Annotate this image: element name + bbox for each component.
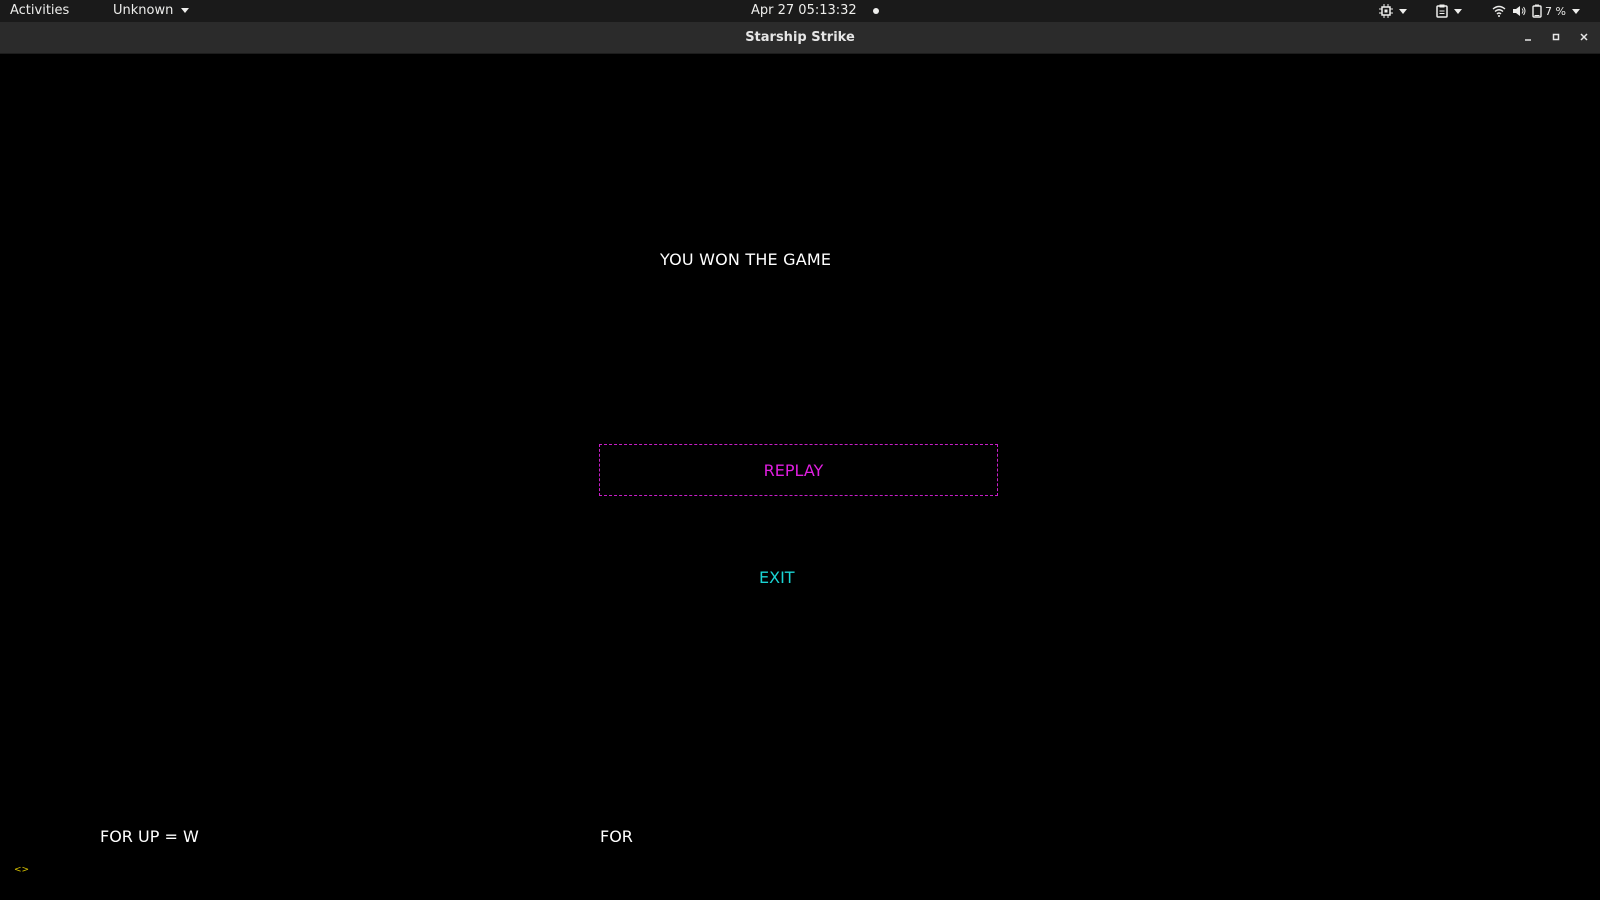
replay-button[interactable]: REPLAY (599, 444, 998, 496)
chevron-down-icon (180, 8, 189, 13)
close-icon (1580, 33, 1588, 41)
clock[interactable]: Apr 27 05:13:32 (751, 3, 879, 18)
chevron-down-icon (1571, 8, 1580, 14)
wifi-icon (1492, 5, 1506, 17)
notification-dot-icon (872, 7, 879, 14)
minimize-icon (1525, 39, 1531, 41)
system-top-bar: Activities Unknown Apr 27 05:13:32 7 % (0, 0, 1600, 22)
clipboard-indicator[interactable] (1436, 3, 1462, 19)
chevron-down-icon (1454, 8, 1462, 14)
clock-label: Apr 27 05:13:32 (751, 3, 857, 18)
controls-help-up: FOR UP = W (100, 827, 199, 846)
controls-help-partial: FOR (600, 827, 633, 846)
battery-percent: 7 % (1545, 4, 1566, 18)
maximize-icon (1552, 33, 1560, 41)
battery-icon (1532, 4, 1542, 18)
app-menu[interactable]: Unknown (113, 3, 189, 18)
cursor-marker-icon: <> (14, 865, 30, 875)
maximize-button[interactable] (1548, 29, 1564, 45)
app-menu-label: Unknown (113, 3, 174, 18)
exit-button[interactable]: EXIT (759, 568, 795, 587)
system-menu[interactable]: 7 % (1492, 3, 1580, 19)
volume-icon (1513, 6, 1526, 16)
cpu-icon (1379, 4, 1393, 18)
game-canvas[interactable]: YOU WON THE GAME REPLAY EXIT FOR UP = W … (0, 54, 1600, 900)
cpu-indicator[interactable] (1379, 3, 1407, 19)
chevron-down-icon (1399, 8, 1407, 14)
window-title: Starship Strike (745, 30, 855, 45)
replay-label: REPLAY (763, 460, 824, 480)
win-message: YOU WON THE GAME (660, 250, 832, 269)
clipboard-icon (1436, 4, 1448, 18)
window-titlebar[interactable]: Starship Strike (0, 22, 1600, 54)
minimize-button[interactable] (1520, 29, 1536, 45)
activities-button[interactable]: Activities (10, 3, 69, 18)
close-button[interactable] (1576, 29, 1592, 45)
